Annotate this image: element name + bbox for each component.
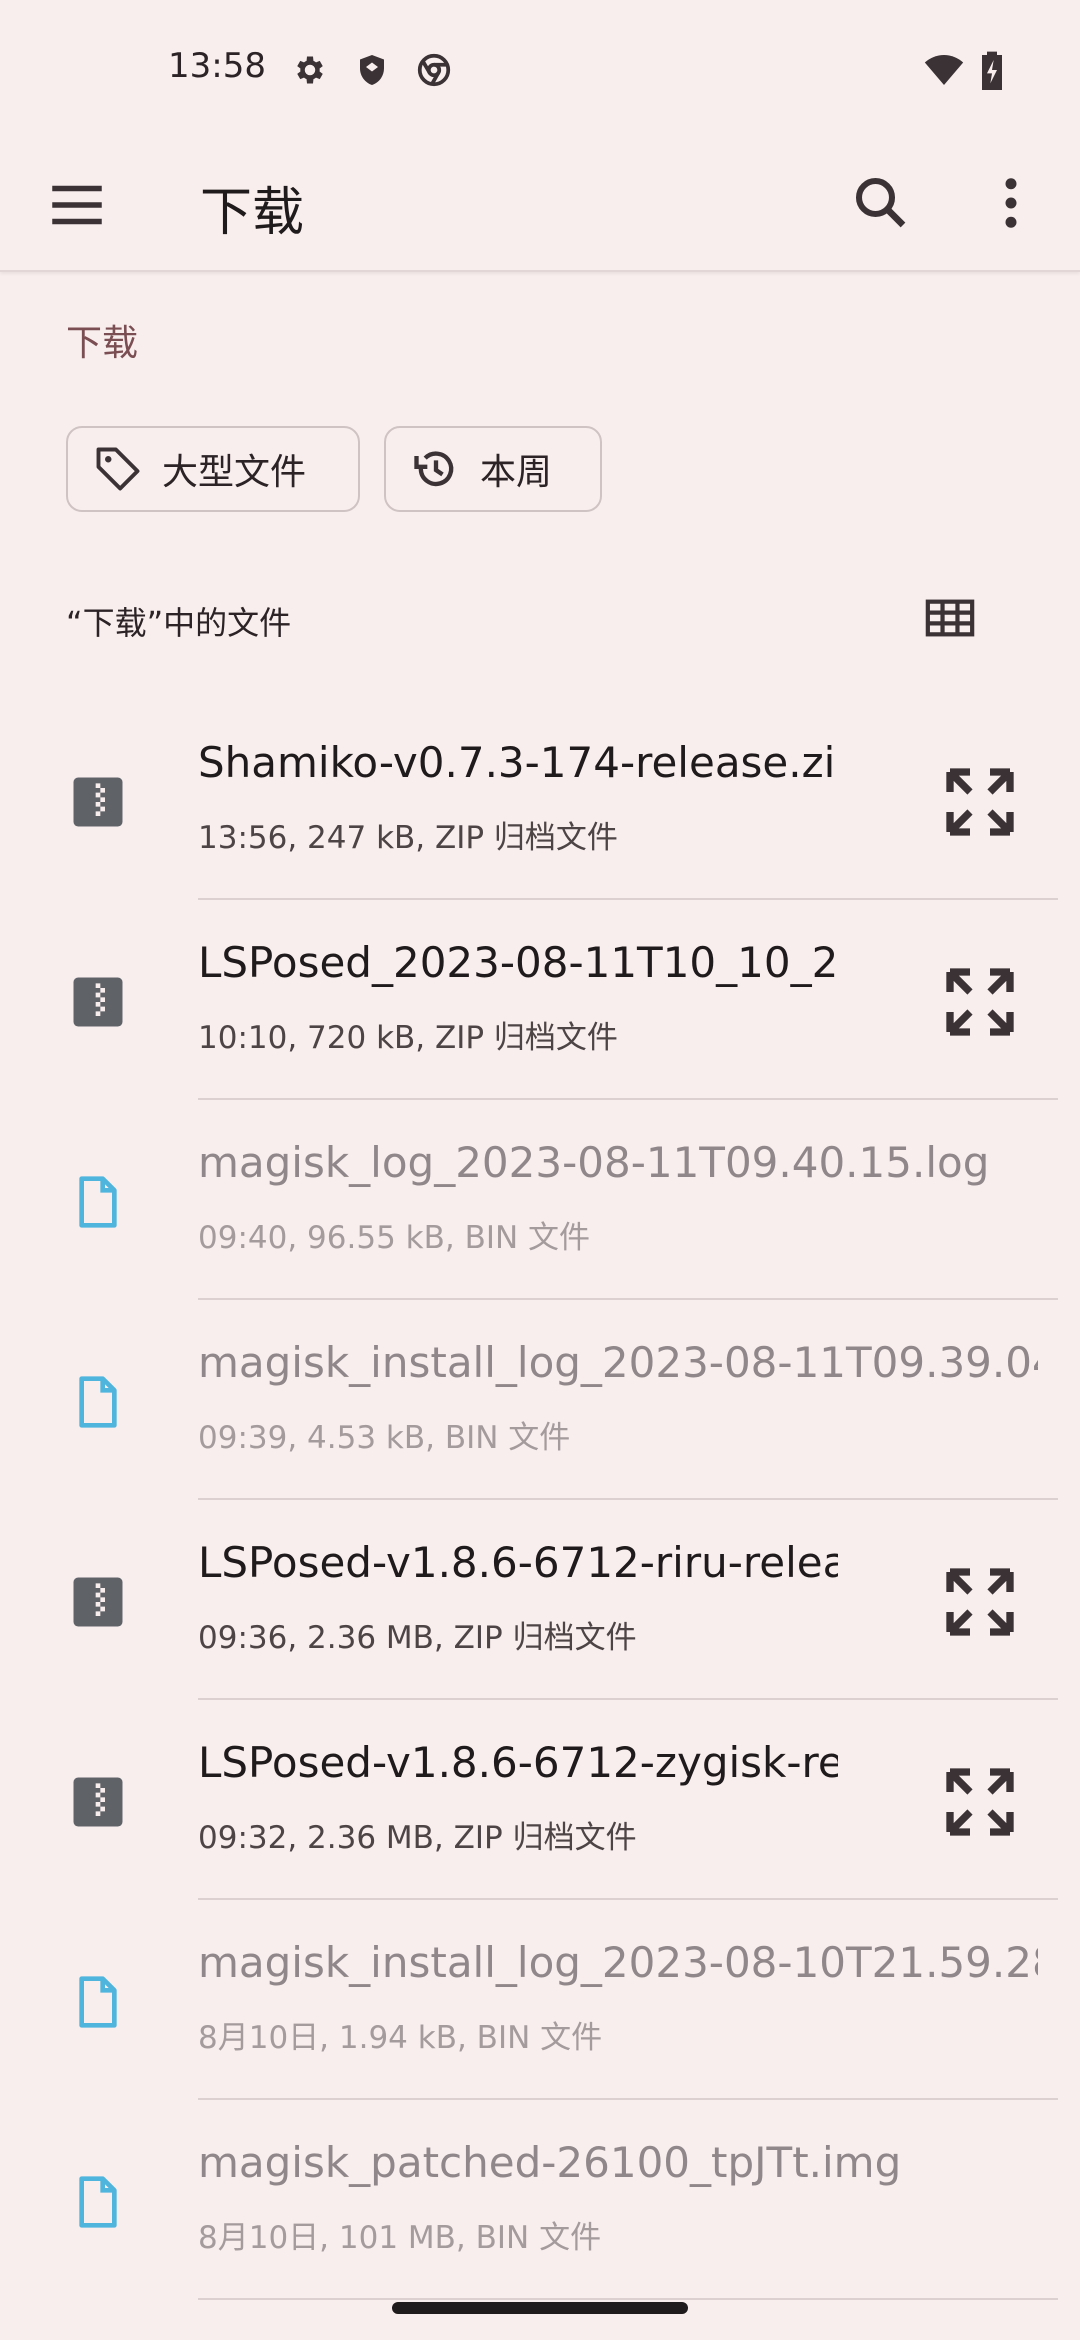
more-vert-icon[interactable] bbox=[978, 170, 1044, 236]
archive-icon bbox=[73, 977, 123, 1027]
file-name: LSPosed_2023-08-11T10_10_2... bbox=[198, 938, 838, 987]
app-bar: 下载 bbox=[0, 140, 1080, 272]
status-time: 13:58 bbox=[168, 46, 266, 86]
file-row[interactable]: magisk_patched-26100_tpJTt.img 8月10日, 10… bbox=[0, 2100, 1080, 2300]
page-title: 下载 bbox=[200, 183, 305, 243]
file-row[interactable]: LSPosed-v1.8.6-6712-zygisk-re... 09:32, … bbox=[0, 1700, 1080, 1900]
breadcrumb[interactable]: 下载 bbox=[66, 314, 138, 366]
file-meta: 09:40, 96.55 kB, BIN 文件 bbox=[198, 1220, 591, 1256]
wifi-icon bbox=[924, 55, 964, 85]
file-meta: 8月10日, 1.94 kB, BIN 文件 bbox=[198, 2020, 603, 2056]
file-row[interactable]: Shamiko-v0.7.3-174-release.zip 13:56, 24… bbox=[0, 700, 1080, 900]
chip-large-files[interactable]: 大型文件 bbox=[66, 426, 360, 512]
file-name: magisk_install_log_2023-08-11T09.39.04..… bbox=[198, 1338, 1038, 1387]
battery-charging-icon bbox=[982, 51, 1002, 90]
grid-view-icon[interactable] bbox=[922, 590, 978, 646]
file-meta: 09:36, 2.36 MB, ZIP 归档文件 bbox=[198, 1620, 637, 1656]
document-icon bbox=[79, 1376, 117, 1428]
chip-label: 本周 bbox=[480, 452, 553, 493]
search-icon[interactable] bbox=[848, 170, 914, 236]
archive-icon bbox=[73, 1777, 123, 1827]
file-row[interactable]: magisk_log_2023-08-11T09.40.15.log 09:40… bbox=[0, 1100, 1080, 1300]
expand-icon[interactable] bbox=[940, 1762, 1020, 1842]
file-name: magisk_log_2023-08-11T09.40.15.log bbox=[198, 1138, 990, 1187]
status-bar: 13:58 bbox=[0, 0, 1080, 140]
chrome-icon bbox=[417, 53, 451, 87]
section-title: “下载”中的文件 bbox=[66, 604, 292, 642]
file-name: LSPosed-v1.8.6-6712-riru-relea... bbox=[198, 1538, 838, 1587]
file-meta: 8月10日, 101 MB, BIN 文件 bbox=[198, 2220, 602, 2256]
tag-icon bbox=[96, 447, 140, 491]
file-row[interactable]: LSPosed_2023-08-11T10_10_2... 10:10, 720… bbox=[0, 900, 1080, 1100]
history-icon bbox=[414, 451, 454, 487]
file-name: Shamiko-v0.7.3-174-release.zip bbox=[198, 738, 838, 787]
file-row[interactable]: LSPosed-v1.8.6-6712-riru-relea... 09:36,… bbox=[0, 1500, 1080, 1700]
expand-icon[interactable] bbox=[940, 762, 1020, 842]
archive-icon bbox=[73, 777, 123, 827]
expand-icon[interactable] bbox=[940, 1562, 1020, 1642]
document-icon bbox=[79, 1976, 117, 2028]
archive-icon bbox=[73, 1577, 123, 1627]
expand-icon[interactable] bbox=[940, 962, 1020, 1042]
gear-icon bbox=[297, 56, 323, 84]
file-row[interactable]: magisk_install_log_2023-08-11T09.39.04..… bbox=[0, 1300, 1080, 1500]
file-row[interactable]: magisk_install_log_2023-08-10T21.59.28.l… bbox=[0, 1900, 1080, 2100]
gesture-nav-handle[interactable] bbox=[392, 2302, 688, 2314]
shield-icon bbox=[360, 55, 384, 85]
file-name: LSPosed-v1.8.6-6712-zygisk-re... bbox=[198, 1738, 838, 1787]
document-icon bbox=[79, 1176, 117, 1228]
file-meta: 09:32, 2.36 MB, ZIP 归档文件 bbox=[198, 1820, 637, 1856]
chip-this-week[interactable]: 本周 bbox=[384, 426, 602, 512]
file-meta: 13:56, 247 kB, ZIP 归档文件 bbox=[198, 820, 618, 856]
file-name: magisk_install_log_2023-08-10T21.59.28.l… bbox=[198, 1938, 1038, 1987]
document-icon bbox=[79, 2176, 117, 2228]
menu-icon[interactable] bbox=[44, 172, 110, 238]
file-meta: 09:39, 4.53 kB, BIN 文件 bbox=[198, 1420, 571, 1456]
file-meta: 10:10, 720 kB, ZIP 归档文件 bbox=[198, 1020, 618, 1056]
divider bbox=[198, 2298, 1058, 2300]
file-name: magisk_patched-26100_tpJTt.img bbox=[198, 2138, 902, 2187]
chip-label: 大型文件 bbox=[162, 452, 307, 493]
